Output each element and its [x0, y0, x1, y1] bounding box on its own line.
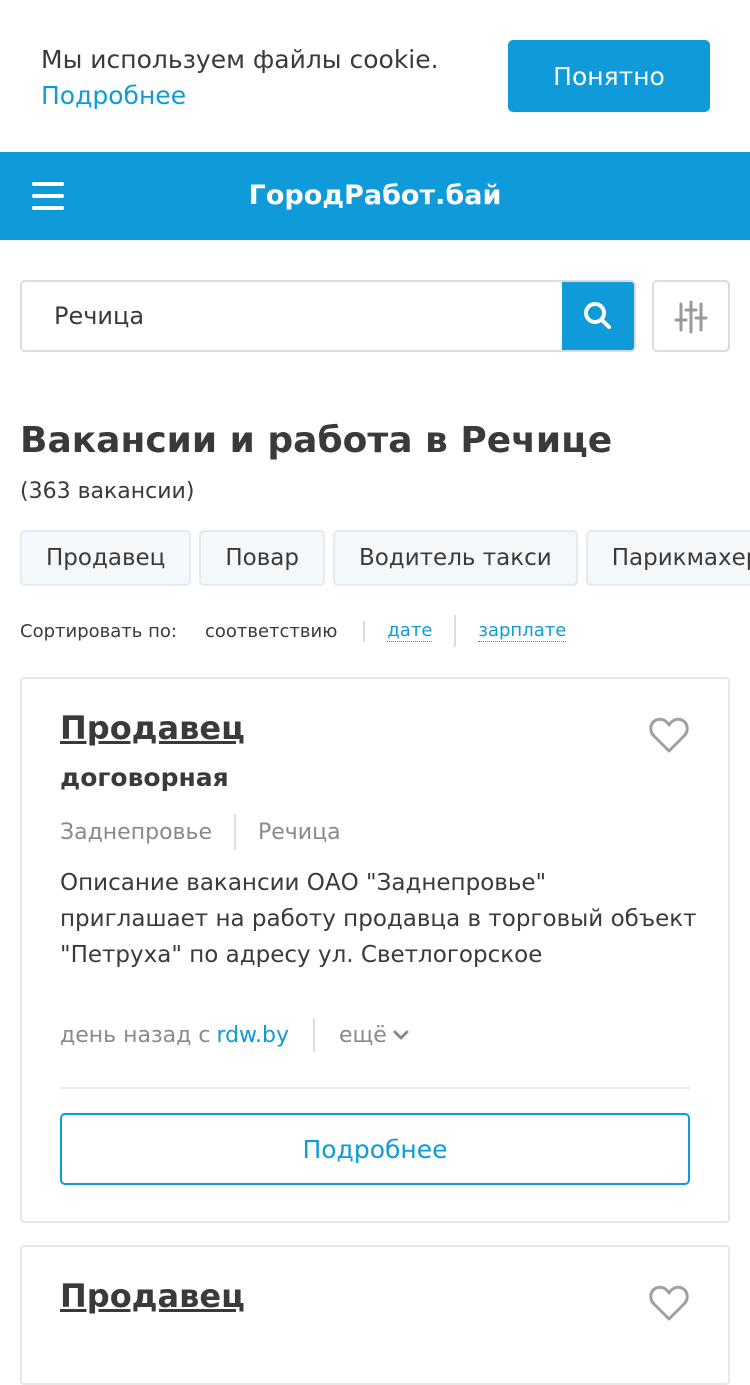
more-label: ещё	[339, 1022, 387, 1048]
page-title: Вакансии и работа в Речице	[20, 420, 613, 461]
card-divider	[60, 1087, 690, 1089]
filter-sliders-icon	[674, 300, 708, 334]
vacancy-card: Продавец	[20, 1245, 730, 1385]
vacancy-posted: день назад с rdw.by ещё	[60, 1017, 409, 1053]
chevron-down-icon	[393, 1030, 409, 1040]
chip-prodavets[interactable]: Продавец	[20, 530, 192, 586]
vacancy-count: (363 вакансии)	[20, 479, 195, 504]
sort-divider	[454, 615, 457, 647]
heart-outline-icon[interactable]	[648, 1283, 690, 1323]
vacancy-city: Речица	[258, 819, 341, 845]
source-link[interactable]: rdw.by	[216, 1023, 289, 1048]
vacancy-title[interactable]: Продавец	[60, 1277, 245, 1315]
quick-filter-chips: Продавец Повар Водитель такси Парикмахер	[20, 530, 750, 586]
vacancy-meta: Заднепровье Речица	[60, 813, 341, 851]
chip-hairdresser[interactable]: Парикмахер	[585, 530, 750, 586]
posted-time: день назад с	[60, 1022, 211, 1048]
sort-label: Сортировать по:	[20, 620, 177, 642]
heart-outline-icon[interactable]	[648, 715, 690, 755]
cookie-text: Мы используем файлы cookie.	[41, 45, 439, 74]
search-button[interactable]	[562, 282, 634, 350]
search-bar	[20, 280, 636, 352]
app-header: ГородРабот.бай	[0, 152, 750, 240]
sort-bar: Сортировать по: соответствию дате зарпла…	[20, 615, 567, 647]
chip-taxi-driver[interactable]: Водитель такси	[332, 530, 578, 586]
site-logo[interactable]: ГородРабот.бай	[0, 152, 750, 240]
vacancy-company: Заднепровье	[60, 819, 212, 845]
sort-option-salary[interactable]: зарплате	[478, 620, 567, 642]
cookie-banner: Мы используем файлы cookie. Подробнее По…	[0, 0, 750, 152]
cookie-more-link[interactable]: Подробнее	[41, 78, 481, 114]
hamburger-menu-icon[interactable]	[32, 182, 64, 210]
vacancy-salary: договорная	[60, 763, 229, 792]
search-icon	[584, 302, 611, 329]
vacancy-description: Описание вакансии ОАО "Заднепровье" приг…	[60, 870, 697, 968]
sort-option-relevance[interactable]: соответствию	[205, 620, 366, 642]
sort-option-date[interactable]: дате	[387, 620, 433, 642]
more-toggle[interactable]: ещё	[339, 1023, 409, 1048]
chip-povar[interactable]: Повар	[199, 530, 325, 586]
posted-divider	[313, 1018, 316, 1052]
meta-divider	[234, 814, 236, 850]
vacancy-title[interactable]: Продавец	[60, 709, 245, 747]
cookie-accept-button[interactable]: Понятно	[508, 40, 710, 112]
filter-button[interactable]	[652, 280, 730, 352]
search-input[interactable]	[22, 282, 566, 350]
details-button[interactable]: Подробнее	[60, 1113, 690, 1185]
vacancy-card: Продавец договорная Заднепровье Речица О…	[20, 677, 730, 1223]
cookie-message: Мы используем файлы cookie. Подробнее	[41, 42, 481, 114]
